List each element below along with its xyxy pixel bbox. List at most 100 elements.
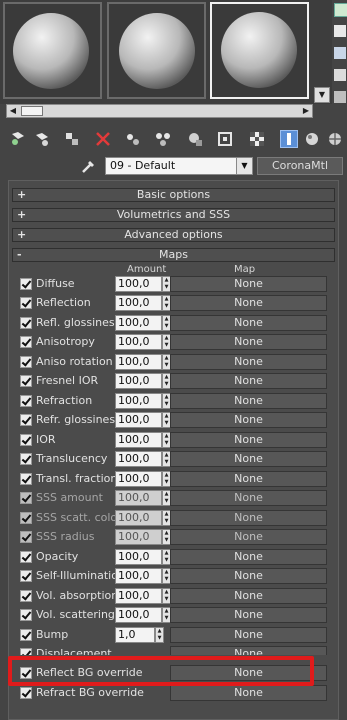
map-label: SSS radius bbox=[36, 530, 95, 543]
map-slot-button[interactable]: None bbox=[170, 412, 327, 428]
enable-checkbox[interactable] bbox=[20, 551, 32, 563]
amount-field[interactable]: 100,0 bbox=[115, 315, 162, 331]
map-slot-button[interactable]: None bbox=[170, 373, 327, 389]
material-name-field[interactable]: 09 - Default ▼ bbox=[105, 157, 253, 175]
spinner-icon[interactable]: ▲ ▼ bbox=[155, 627, 164, 643]
amount-field[interactable]: 100,0 bbox=[115, 295, 162, 311]
amount-field[interactable]: 100,0 bbox=[115, 607, 162, 623]
map-slot-button[interactable]: None bbox=[170, 646, 327, 655]
material-type-button[interactable]: CoronaMtl bbox=[257, 157, 343, 175]
rollout-advanced-options[interactable]: + Advanced options bbox=[12, 228, 335, 242]
rollout-maps[interactable]: - Maps bbox=[12, 248, 335, 262]
assign-material-icon[interactable] bbox=[63, 130, 81, 148]
enable-checkbox[interactable] bbox=[20, 297, 32, 309]
uv-tiling-icon[interactable] bbox=[334, 69, 346, 81]
amount-field[interactable]: 100,0 bbox=[115, 490, 162, 506]
background-icon[interactable] bbox=[334, 47, 346, 59]
map-slot-button[interactable]: None bbox=[170, 315, 327, 331]
amount-field[interactable]: 100,0 bbox=[115, 471, 162, 487]
map-slot-button[interactable]: None bbox=[170, 432, 327, 448]
video-check-icon[interactable] bbox=[334, 91, 346, 103]
map-label: Transl. fraction bbox=[36, 472, 118, 485]
amount-field[interactable]: 100,0 bbox=[115, 334, 162, 350]
scroll-right-icon[interactable]: ▶ bbox=[300, 105, 312, 117]
map-slot-button[interactable]: None bbox=[170, 295, 327, 311]
sample-slot-2[interactable] bbox=[107, 2, 206, 99]
enable-checkbox[interactable] bbox=[20, 590, 32, 602]
put-material-icon[interactable] bbox=[33, 130, 51, 148]
map-slot-button[interactable]: None bbox=[170, 529, 327, 545]
amount-field[interactable]: 100,0 bbox=[115, 354, 162, 370]
enable-checkbox[interactable] bbox=[20, 395, 32, 407]
map-slot-button[interactable]: None bbox=[170, 549, 327, 565]
rollout-volumetrics-sss[interactable]: + Volumetrics and SSS bbox=[12, 208, 335, 222]
eyedropper-icon[interactable] bbox=[80, 157, 98, 175]
material-id-channel-icon[interactable] bbox=[186, 130, 204, 148]
map-slot-button[interactable]: None bbox=[170, 627, 327, 643]
go-forward-sibling-icon[interactable] bbox=[303, 130, 321, 148]
map-slot-button[interactable]: None bbox=[170, 685, 327, 701]
scroll-thumb[interactable] bbox=[21, 106, 43, 116]
amount-field[interactable]: 100,0 bbox=[115, 549, 162, 565]
enable-checkbox[interactable] bbox=[20, 512, 32, 524]
make-unique-icon[interactable] bbox=[124, 130, 142, 148]
amount-field[interactable]: 100,0 bbox=[115, 432, 162, 448]
show-map-in-viewport-icon[interactable] bbox=[216, 130, 234, 148]
map-slot-button[interactable]: None bbox=[170, 510, 327, 526]
map-slot-button[interactable]: None bbox=[170, 588, 327, 604]
amount-field[interactable]: 100,0 bbox=[115, 529, 162, 545]
enable-checkbox[interactable] bbox=[20, 531, 32, 543]
go-to-parent-icon[interactable] bbox=[280, 130, 298, 148]
map-slot-button[interactable]: None bbox=[170, 607, 327, 623]
put-to-library-icon[interactable] bbox=[154, 130, 172, 148]
enable-checkbox[interactable] bbox=[20, 473, 32, 485]
map-slot-button[interactable]: None bbox=[170, 334, 327, 350]
map-row-vol-absorption: Vol. absorption 100,0 ▲ ▼ None bbox=[17, 587, 329, 605]
material-options-icon[interactable] bbox=[326, 130, 344, 148]
amount-field[interactable]: 100,0 bbox=[115, 276, 162, 292]
map-slot-button[interactable]: None bbox=[170, 568, 327, 584]
slots-horizontal-scrollbar[interactable]: ◀ ▶ bbox=[6, 104, 313, 118]
scroll-left-icon[interactable]: ◀ bbox=[7, 105, 19, 117]
amount-field[interactable]: 100,0 bbox=[115, 451, 162, 467]
sample-slot-1[interactable] bbox=[3, 2, 102, 99]
enable-checkbox[interactable] bbox=[20, 356, 32, 368]
amount-field[interactable]: 100,0 bbox=[115, 568, 162, 584]
sphere-preview bbox=[212, 4, 307, 97]
amount-field[interactable]: 100,0 bbox=[115, 393, 162, 409]
enable-checkbox[interactable] bbox=[20, 317, 32, 329]
sample-slot-3-active[interactable] bbox=[210, 2, 309, 99]
backlight-icon[interactable] bbox=[334, 25, 346, 37]
amount-field[interactable]: 100,0 bbox=[115, 588, 162, 604]
enable-checkbox[interactable] bbox=[20, 609, 32, 621]
slots-dropdown-icon[interactable]: ▼ bbox=[314, 87, 330, 103]
enable-checkbox[interactable] bbox=[20, 375, 32, 387]
show-end-result-icon[interactable] bbox=[248, 130, 266, 148]
enable-checkbox[interactable] bbox=[20, 570, 32, 582]
map-slot-button[interactable]: None bbox=[170, 490, 327, 506]
enable-checkbox[interactable] bbox=[20, 492, 32, 504]
enable-checkbox[interactable] bbox=[20, 434, 32, 446]
enable-checkbox[interactable] bbox=[20, 648, 32, 655]
amount-field[interactable]: 100,0 bbox=[115, 373, 162, 389]
map-slot-button[interactable]: None bbox=[170, 451, 327, 467]
enable-checkbox[interactable] bbox=[20, 629, 32, 641]
chevron-down-icon[interactable]: ▼ bbox=[236, 158, 252, 174]
amount-field[interactable]: 1,0 bbox=[115, 627, 155, 643]
reset-map-icon[interactable] bbox=[94, 130, 112, 148]
map-slot-button[interactable]: None bbox=[170, 393, 327, 409]
get-material-icon[interactable] bbox=[9, 130, 27, 148]
map-slot-button[interactable]: None bbox=[170, 471, 327, 487]
amount-field[interactable]: 100,0 bbox=[115, 510, 162, 526]
enable-checkbox[interactable] bbox=[20, 687, 32, 699]
sample-type-icon[interactable] bbox=[334, 3, 347, 17]
map-slot-button[interactable]: None bbox=[170, 276, 327, 292]
expand-icon: + bbox=[17, 208, 27, 221]
map-slot-button[interactable]: None bbox=[170, 354, 327, 370]
rollout-basic-options[interactable]: + Basic options bbox=[12, 188, 335, 202]
amount-field[interactable]: 100,0 bbox=[115, 412, 162, 428]
enable-checkbox[interactable] bbox=[20, 278, 32, 290]
enable-checkbox[interactable] bbox=[20, 336, 32, 348]
enable-checkbox[interactable] bbox=[20, 414, 32, 426]
enable-checkbox[interactable] bbox=[20, 453, 32, 465]
